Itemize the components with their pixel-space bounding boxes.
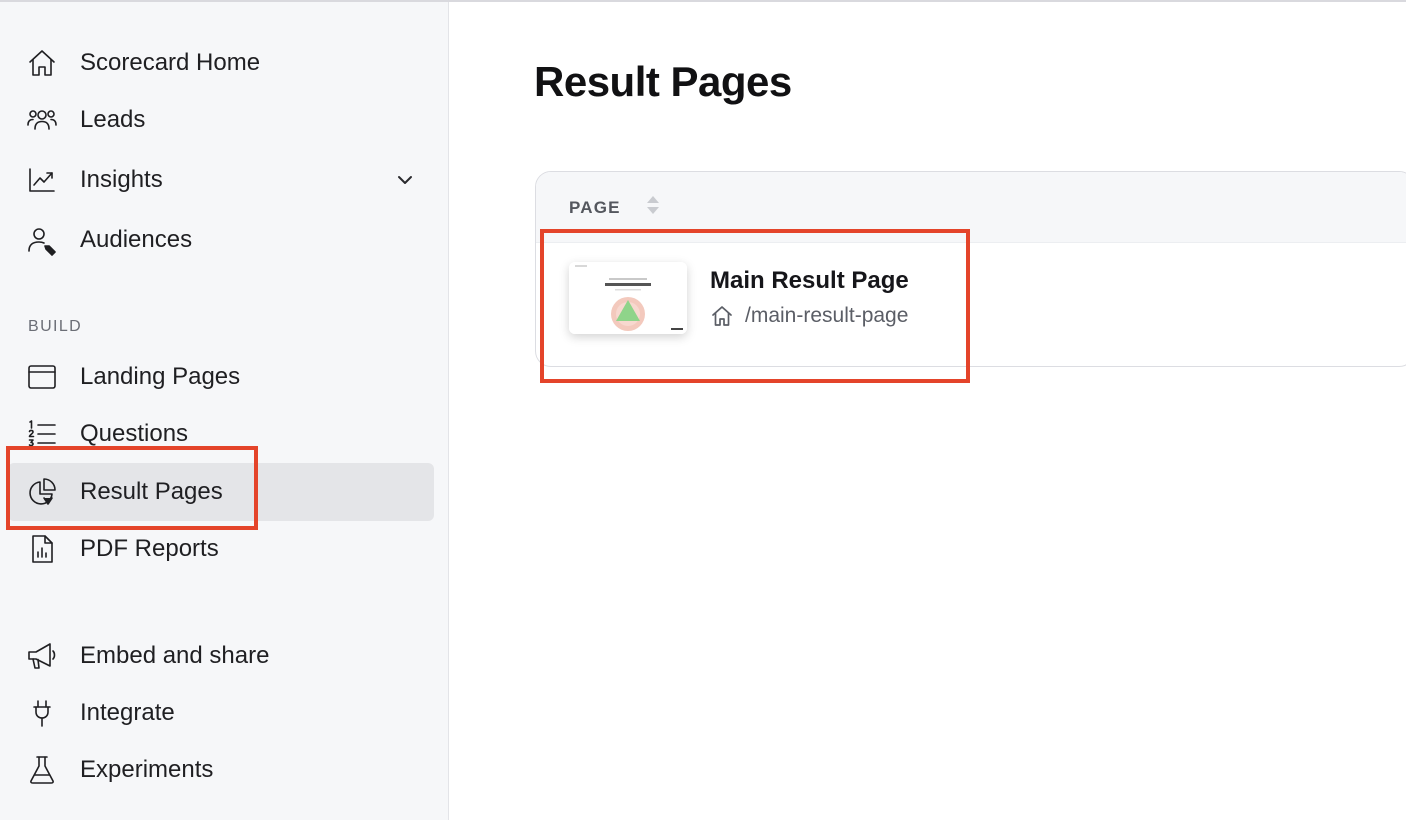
app-window: Scorecard Home Leads Insights Audiences … (0, 0, 1406, 820)
sidebar-item-label: Leads (80, 106, 146, 133)
sidebar-item-label: Landing Pages (80, 363, 241, 390)
sort-icon[interactable] (644, 194, 662, 216)
sidebar: Scorecard Home Leads Insights Audiences … (0, 2, 449, 820)
sidebar-item-scorecard-home[interactable]: Scorecard Home (8, 34, 434, 92)
page-path: /main-result-page (745, 304, 909, 327)
sidebar-item-audiences[interactable]: Audiences (8, 211, 434, 269)
sidebar-item-label: Questions (80, 420, 189, 447)
sidebar-item-label: Embed and share (80, 642, 270, 669)
browser-window-icon (26, 361, 58, 393)
sidebar-item-label: Audiences (80, 226, 193, 253)
table-header: PAGE (536, 172, 1406, 243)
users-icon (26, 104, 58, 136)
page-title: Result Pages (534, 58, 792, 105)
column-header-page[interactable]: PAGE (569, 198, 621, 218)
sidebar-item-result-pages[interactable]: Result Pages (8, 463, 434, 521)
megaphone-icon (26, 640, 58, 672)
sidebar-item-leads[interactable]: Leads (8, 91, 434, 149)
home-icon (26, 47, 58, 79)
sidebar-item-landing-pages[interactable]: Landing Pages (8, 348, 434, 406)
pie-chart-icon (26, 476, 58, 508)
chevron-down-icon[interactable] (394, 169, 416, 191)
sidebar-item-label: PDF Reports (80, 535, 219, 562)
sidebar-item-label: Integrate (80, 699, 175, 726)
sidebar-item-embed-and-share[interactable]: Embed and share (8, 627, 434, 685)
document-chart-icon (26, 533, 58, 565)
section-label-build: BUILD (28, 318, 83, 335)
page-name[interactable]: Main Result Page (710, 267, 909, 295)
sidebar-item-label: Result Pages (80, 478, 223, 505)
sidebar-item-insights[interactable]: Insights (8, 151, 434, 209)
numbered-list-icon (26, 418, 58, 450)
result-pages-table: PAGE Main Result Page /main-result-page (535, 171, 1406, 367)
home-icon (710, 304, 734, 328)
user-tag-icon (26, 224, 58, 256)
sidebar-item-pdf-reports[interactable]: PDF Reports (8, 520, 434, 578)
sidebar-item-label: Scorecard Home (80, 49, 261, 76)
sidebar-item-label: Experiments (80, 756, 214, 783)
table-row[interactable]: Main Result Page /main-result-page (536, 243, 1406, 366)
sidebar-item-questions[interactable]: Questions (8, 405, 434, 463)
trend-chart-icon (26, 164, 58, 196)
flask-icon (26, 754, 58, 786)
sidebar-item-integrate[interactable]: Integrate (8, 684, 434, 742)
sidebar-item-experiments[interactable]: Experiments (8, 741, 434, 799)
sidebar-item-label: Insights (80, 166, 163, 193)
plug-icon (26, 697, 58, 729)
page-thumbnail (569, 262, 687, 334)
